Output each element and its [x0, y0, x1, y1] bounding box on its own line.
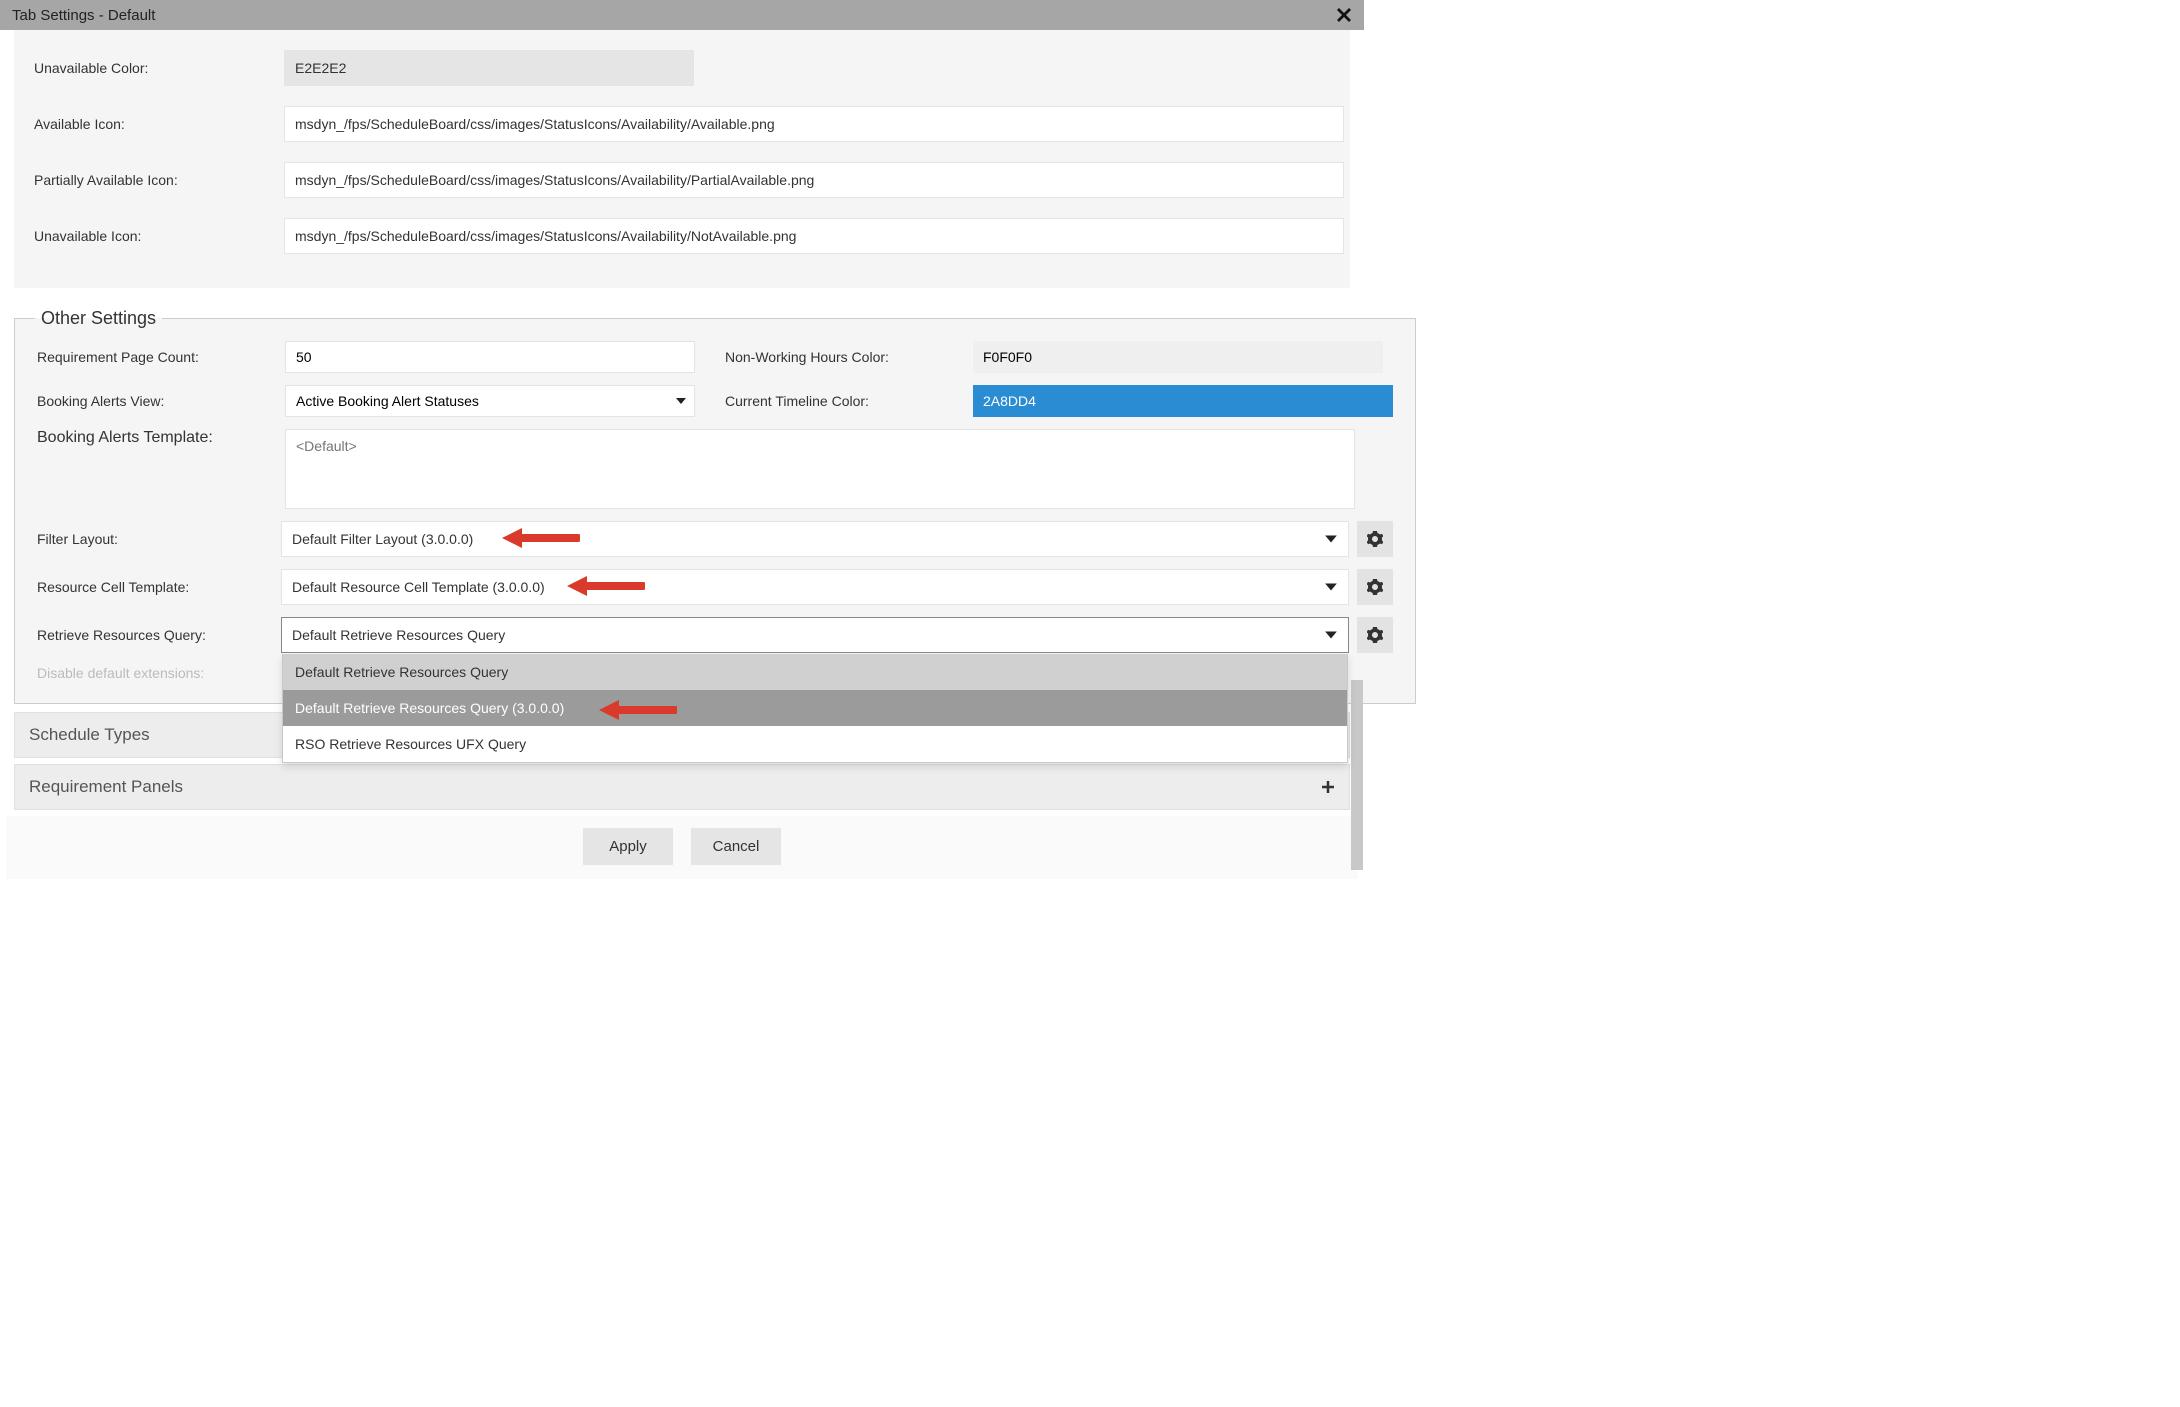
tab-settings-dialog: Tab Settings - Default Unavailable Color… [0, 0, 1364, 879]
retrieve-resources-query-label: Retrieve Resources Query: [37, 627, 277, 643]
non-working-hours-color-label: Non-Working Hours Color: [725, 349, 965, 365]
plus-icon [1321, 780, 1335, 794]
dialog-body: Unavailable Color: Available Icon: Parti… [0, 30, 1364, 879]
non-working-hours-color-input[interactable] [973, 341, 1383, 373]
unavailable-color-label: Unavailable Color: [34, 60, 274, 76]
requirement-page-count-input[interactable] [285, 341, 695, 373]
retrieve-resources-query-combo[interactable]: Default Retrieve Resources Query Default… [281, 617, 1349, 653]
other-settings-two-col: Requirement Page Count: Booking Alerts V… [27, 335, 1403, 423]
unavailable-icon-input[interactable] [284, 218, 1344, 254]
retrieve-resources-query-dropdown: Default Retrieve Resources Query Default… [282, 654, 1348, 763]
available-icon-input[interactable] [284, 106, 1344, 142]
dialog-titlebar: Tab Settings - Default [0, 0, 1364, 30]
retrieve-resources-query-gear-button[interactable] [1357, 617, 1393, 653]
resource-cell-template-value: Default Resource Cell Template (3.0.0.0) [292, 579, 545, 595]
dropdown-option[interactable]: Default Retrieve Resources Query [283, 654, 1347, 690]
apply-button[interactable]: Apply [583, 828, 673, 865]
filter-layout-combo[interactable]: Default Filter Layout (3.0.0.0) [281, 521, 1349, 557]
unavailable-icon-label: Unavailable Icon: [34, 228, 274, 244]
requirement-page-count-row: Requirement Page Count: [27, 335, 705, 379]
other-settings-legend: Other Settings [35, 308, 162, 329]
available-icon-label: Available Icon: [34, 116, 274, 132]
current-timeline-color-row: Current Timeline Color: 2A8DD4 [715, 379, 1403, 423]
current-timeline-color-swatch[interactable]: 2A8DD4 [973, 385, 1393, 417]
partially-available-icon-label: Partially Available Icon: [34, 172, 274, 188]
booking-alerts-view-input[interactable] [285, 385, 695, 417]
retrieve-resources-query-value: Default Retrieve Resources Query [292, 627, 505, 643]
non-working-hours-color-row: Non-Working Hours Color: [715, 335, 1403, 379]
partially-available-icon-row: Partially Available Icon: [24, 152, 1340, 208]
filter-layout-row: Filter Layout: Default Filter Layout (3.… [27, 515, 1403, 563]
resource-cell-template-row: Resource Cell Template: Default Resource… [27, 563, 1403, 611]
unavailable-color-input[interactable] [284, 50, 694, 86]
other-settings-group: Other Settings Requirement Page Count: B… [14, 308, 1416, 704]
unavailable-icon-row: Unavailable Icon: [24, 208, 1340, 264]
status-icons-section: Unavailable Color: Available Icon: Parti… [14, 30, 1350, 288]
requirement-panels-accordion[interactable]: Requirement Panels [14, 764, 1350, 810]
unavailable-color-row: Unavailable Color: [24, 40, 1340, 96]
accordion-header-label: Schedule Types [29, 725, 150, 745]
chevron-down-icon [1324, 580, 1338, 594]
booking-alerts-template-label: Booking Alerts Template: [37, 429, 277, 447]
disable-default-extensions-label: Disable default extensions: [37, 665, 204, 681]
other-settings-left-col: Requirement Page Count: Booking Alerts V… [27, 335, 705, 423]
booking-alerts-view-row: Booking Alerts View: [27, 379, 705, 423]
retrieve-resources-query-row: Retrieve Resources Query: Default Retrie… [27, 611, 1403, 659]
available-icon-row: Available Icon: [24, 96, 1340, 152]
chevron-down-icon [1324, 532, 1338, 546]
scrollbar-thumb[interactable] [1351, 680, 1363, 870]
other-settings-right-col: Non-Working Hours Color: Current Timelin… [715, 335, 1403, 423]
filter-layout-label: Filter Layout: [37, 531, 277, 547]
dialog-title: Tab Settings - Default [12, 7, 155, 24]
chevron-down-icon [1324, 628, 1338, 642]
filter-layout-value: Default Filter Layout (3.0.0.0) [292, 531, 473, 547]
dropdown-option[interactable]: RSO Retrieve Resources UFX Query [283, 726, 1347, 762]
booking-alerts-template-textarea[interactable] [285, 429, 1355, 509]
cancel-button[interactable]: Cancel [691, 828, 781, 865]
chevron-down-icon [675, 395, 687, 407]
resource-cell-template-gear-button[interactable] [1357, 569, 1393, 605]
current-timeline-color-label: Current Timeline Color: [725, 393, 965, 409]
close-icon[interactable] [1336, 7, 1352, 23]
resource-cell-template-label: Resource Cell Template: [37, 579, 277, 595]
dialog-footer: Apply Cancel [6, 816, 1358, 879]
accordion-header-label: Requirement Panels [29, 777, 183, 797]
booking-alerts-view-label: Booking Alerts View: [37, 393, 277, 409]
booking-alerts-template-row: Booking Alerts Template: [27, 423, 1403, 515]
resource-cell-template-combo[interactable]: Default Resource Cell Template (3.0.0.0) [281, 569, 1349, 605]
booking-alerts-view-select[interactable] [285, 385, 695, 417]
dropdown-option[interactable]: Default Retrieve Resources Query (3.0.0.… [283, 690, 1347, 726]
requirement-page-count-label: Requirement Page Count: [37, 349, 277, 365]
filter-layout-gear-button[interactable] [1357, 521, 1393, 557]
partially-available-icon-input[interactable] [284, 162, 1344, 198]
